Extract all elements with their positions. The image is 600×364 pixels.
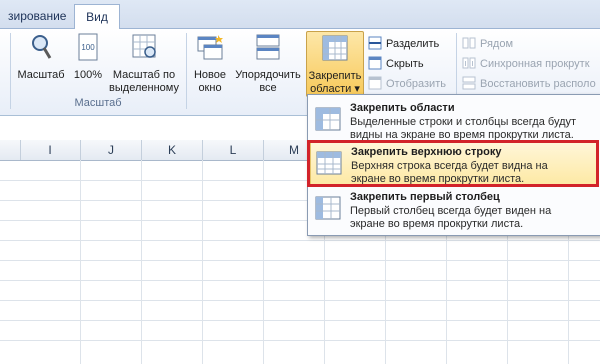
column-header-l[interactable]: L: [203, 140, 264, 160]
page-100-icon: 100: [78, 33, 98, 61]
reset-position-icon: [462, 76, 476, 90]
magnifier-icon: [32, 35, 52, 59]
freeze-panes-icon: [322, 35, 348, 61]
grid-line: [0, 340, 600, 341]
sync-scroll-icon: [462, 57, 476, 69]
grid-line: [0, 320, 600, 321]
split-button[interactable]: Разделить: [368, 35, 439, 53]
grid-line: [0, 280, 600, 281]
grid-line: [202, 160, 203, 364]
new-window-icon: [197, 35, 223, 60]
svg-text:100: 100: [81, 43, 95, 52]
highlight-frame: [307, 140, 599, 187]
side-by-side-icon: [462, 37, 476, 49]
side-by-side-button[interactable]: Рядом: [462, 35, 513, 53]
ribbon-tab-strip: зирование Вид: [0, 0, 600, 30]
zoom-selection-label-1: Масштаб по: [112, 69, 176, 81]
zoom-selection-icon: [132, 34, 156, 58]
menu-item-desc-2: экране во время прокрутки листа.: [350, 218, 524, 230]
menu-item-title: Закрепить области: [350, 102, 455, 114]
arrange-all-icon: [256, 34, 280, 60]
zoom-label: Масштаб: [17, 69, 65, 81]
menu-item-freeze-first-column[interactable]: Закрепить первый столбец Первый столбец …: [310, 188, 596, 230]
reset-position-button[interactable]: Восстановить располо: [462, 75, 596, 93]
freeze-panes-icon: [315, 107, 341, 131]
split-icon: [368, 36, 382, 50]
arrange-all-label-2: все: [259, 82, 277, 94]
hide-window-icon: [368, 56, 382, 70]
new-window-label-2: окно: [198, 82, 222, 94]
zoom-100-label: 100%: [73, 69, 103, 81]
unhide-window-icon: [368, 76, 382, 90]
column-header-j[interactable]: J: [81, 140, 142, 160]
new-window-label-1: Новое: [193, 69, 227, 81]
zoom-button[interactable]: Масштаб: [16, 33, 66, 93]
column-header-k[interactable]: K: [142, 140, 203, 160]
sync-scroll-button[interactable]: Синхронная прокрутк: [462, 55, 590, 73]
arrange-all-label-1: Упорядочить: [235, 69, 301, 81]
zoom-100-button[interactable]: 100 100%: [70, 33, 106, 93]
freeze-first-column-icon: [315, 196, 341, 220]
zoom-selection-button[interactable]: Масштаб по выделенному: [108, 33, 180, 94]
menu-item-desc-1: Выделенные строки и столбцы всегда будут: [350, 116, 577, 128]
group-separator: [186, 33, 187, 109]
grid-line: [80, 160, 81, 364]
grid-line: [0, 260, 600, 261]
arrange-all-button[interactable]: Упорядочить все: [232, 33, 304, 94]
tab-review[interactable]: зирование: [0, 4, 74, 28]
grid-line: [263, 160, 264, 364]
menu-item-title: Закрепить первый столбец: [350, 191, 500, 203]
grid-line: [0, 300, 600, 301]
column-header-i[interactable]: I: [20, 140, 81, 160]
new-window-button[interactable]: Новое окно: [190, 33, 230, 94]
menu-item-desc-1: Первый столбец всегда будет виден на: [350, 205, 552, 217]
zoom-selection-label-2: выделенному: [109, 82, 179, 94]
unhide-button[interactable]: Отобразить: [368, 75, 446, 93]
zoom-group-label: Масштаб: [74, 97, 122, 109]
grid-line: [141, 160, 142, 364]
hide-button[interactable]: Скрыть: [368, 55, 424, 73]
freeze-panes-button[interactable]: Закрепить области ▾: [306, 31, 364, 97]
tab-view[interactable]: Вид: [74, 4, 120, 30]
column-header-blank: [0, 140, 21, 160]
grid-line: [0, 240, 600, 241]
menu-item-freeze-panes[interactable]: Закрепить области Выделенные строки и ст…: [310, 98, 596, 141]
freeze-panes-label-1: Закрепить: [308, 70, 362, 82]
